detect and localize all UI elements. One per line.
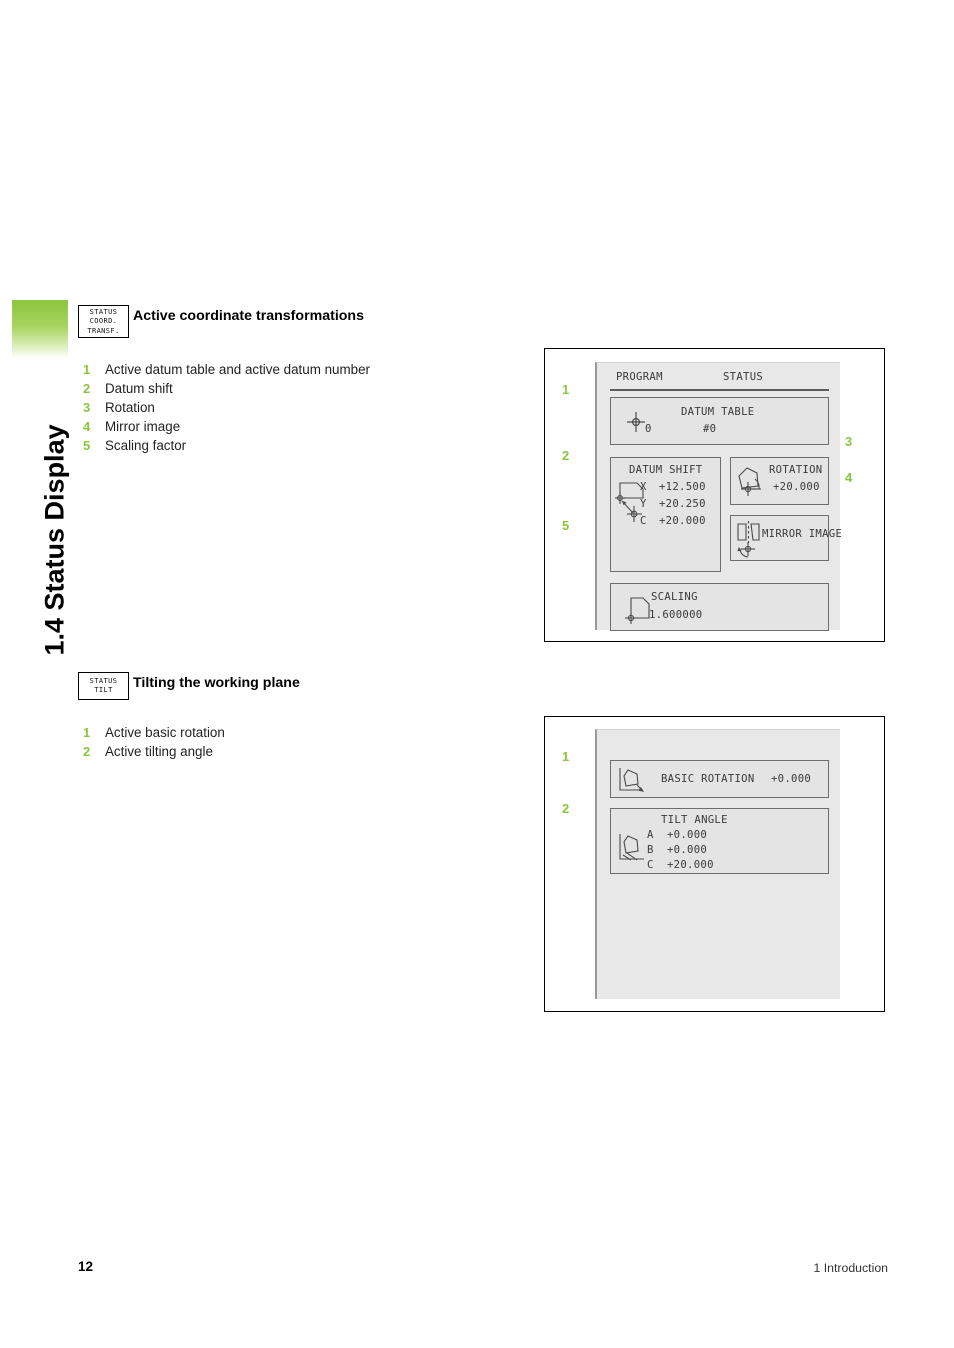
- softkey-line-2: TILT: [94, 686, 113, 695]
- screen-title-bar: PROGRAM STATUS: [610, 371, 829, 391]
- panel-datum-shift: DATUM SHIFT X +12.500 Y +20.250 C +20.00…: [610, 457, 721, 572]
- callout-1: 1: [562, 382, 570, 397]
- tilt-angle-value: +0.000: [667, 829, 708, 841]
- datum-shift-axis: C: [640, 515, 647, 527]
- rotation-value: +20.000: [773, 481, 820, 493]
- softkey-status-tilt[interactable]: STATUS TILT: [78, 672, 129, 700]
- callout-2: 2: [562, 801, 570, 816]
- softkey-line-3: TRANSF.: [87, 326, 120, 335]
- legend-number: 2: [83, 381, 91, 396]
- footer-page-number: 12: [78, 1259, 94, 1274]
- datum-shift-value: +20.000: [659, 515, 706, 527]
- section-heading: Active coordinate transformations: [133, 308, 364, 324]
- scaling-title: SCALING: [651, 591, 698, 603]
- chapter-title: 1.4 Status Display: [39, 424, 70, 656]
- callout-1: 1: [562, 749, 570, 764]
- softkey-status-coord-transf[interactable]: STATUS COORD. TRANSF.: [78, 305, 129, 338]
- legend-label: Active basic rotation: [105, 725, 225, 740]
- scaling-value: 1.600000: [649, 609, 703, 621]
- list-item: 2 Datum shift: [83, 379, 370, 398]
- legend-number: 4: [83, 419, 91, 434]
- datum-shift-value: +12.500: [659, 481, 706, 493]
- datum-crosshair-icon: [627, 412, 645, 432]
- callout-4: 4: [845, 470, 853, 485]
- callout-3: 3: [845, 434, 853, 449]
- legend-list: 1 Active datum table and active datum num…: [83, 360, 370, 455]
- softkey-line-2: COORD.: [89, 317, 118, 326]
- list-item: 2 Active tilting angle: [83, 742, 225, 761]
- legend-label: Active tilting angle: [105, 744, 213, 759]
- legend-list: 1 Active basic rotation 2 Active tilting a…: [83, 723, 225, 761]
- panel-datum-table: DATUM TABLE 0 #0: [610, 397, 829, 445]
- tilt-angle-title: TILT ANGLE: [661, 814, 728, 826]
- rotation-icon: [738, 467, 761, 496]
- legend-number: 2: [83, 744, 91, 759]
- mirror-image-title: MIRROR IMAGE: [762, 528, 843, 540]
- section-tilting-working-plane: STATUS TILT Tilting the working plane 1A…: [78, 672, 528, 759]
- softkey-line-1: STATUS: [89, 308, 118, 316]
- cnc-screen-coord-transform: PROGRAM STATUS DATUM TABLE 0 #0 DATUM SH…: [595, 362, 842, 631]
- basic-rotation-icon: [619, 768, 644, 792]
- footer-chapter-label: 1 Introduction: [813, 1261, 888, 1275]
- list-item: 5 Scaling factor: [83, 436, 370, 455]
- datum-shift-axis: X: [640, 481, 647, 493]
- tilt-angle-axis: B: [647, 844, 654, 856]
- legend-label: Active datum table and active datum numb…: [105, 362, 370, 377]
- list-item: 1 Active basic rotation: [83, 723, 225, 742]
- figure-coordinate-transformations: 1 2 5 3 4 PROGRAM STATUS DATUM TABLE 0 #…: [544, 348, 885, 642]
- figure-tilting-working-plane: 1 2 BASIC ROTATION +0.000 TILT ANGLE A +…: [544, 716, 885, 1012]
- datum-table-value-2: #0: [703, 423, 717, 435]
- legend-label: Rotation: [105, 400, 155, 415]
- mirror-image-icon: [737, 521, 760, 558]
- legend-number: 5: [83, 438, 91, 453]
- section-header-row: STATUS COORD. TRANSF. Active coordinate …: [78, 305, 528, 341]
- datum-table-value-1: 0: [645, 423, 652, 435]
- list-item: 4 Mirror image: [83, 417, 370, 436]
- panel-mirror-image: MIRROR IMAGE: [730, 515, 842, 561]
- screen-program-label: PROGRAM: [616, 371, 663, 383]
- legend-label: Scaling factor: [105, 438, 187, 453]
- panel-tilt-angle: TILT ANGLE A +0.000 B +0.000 C +20.000: [610, 808, 829, 874]
- legend-number: 1: [83, 725, 91, 740]
- cnc-screen-tilt: BASIC ROTATION +0.000 TILT ANGLE A +0.00…: [595, 729, 840, 999]
- callout-5: 5: [562, 518, 570, 533]
- section-heading: Tilting the working plane: [133, 675, 300, 691]
- basic-rotation-title: BASIC ROTATION: [661, 773, 755, 785]
- datum-shift-axis: Y: [640, 498, 647, 510]
- rotation-title: ROTATION: [769, 464, 823, 476]
- basic-rotation-value: +0.000: [771, 773, 812, 785]
- callout-2: 2: [562, 448, 570, 463]
- legend-number: 1: [83, 362, 91, 377]
- legend-number: 3: [83, 400, 91, 415]
- tilt-angle-icon: [619, 834, 644, 861]
- panel-scaling: SCALING 1.600000: [610, 583, 829, 631]
- legend-label: Datum shift: [105, 381, 173, 396]
- legend-label: Mirror image: [105, 419, 181, 434]
- section-header-row: STATUS TILT Tilting the working plane: [78, 672, 528, 708]
- panel-basic-rotation: BASIC ROTATION +0.000: [610, 760, 829, 798]
- list-item: 1 Active datum table and active datum num…: [83, 360, 370, 379]
- datum-shift-value: +20.250: [659, 498, 706, 510]
- datum-table-title: DATUM TABLE: [681, 406, 755, 418]
- datum-shift-title: DATUM SHIFT: [629, 464, 703, 476]
- tilt-angle-axis: A: [647, 829, 654, 841]
- panel-rotation: ROTATION +20.000: [730, 457, 829, 505]
- softkey-line-1: STATUS: [89, 677, 118, 685]
- list-item: 3 Rotation: [83, 398, 370, 417]
- tilt-angle-value: +20.000: [667, 859, 714, 871]
- tilt-angle-value: +0.000: [667, 844, 708, 856]
- tilt-angle-axis: C: [647, 859, 654, 871]
- section-active-coordinate-transformations: STATUS COORD. TRANSF. Active coordinate …: [78, 305, 528, 453]
- screen-status-label: STATUS: [723, 371, 764, 383]
